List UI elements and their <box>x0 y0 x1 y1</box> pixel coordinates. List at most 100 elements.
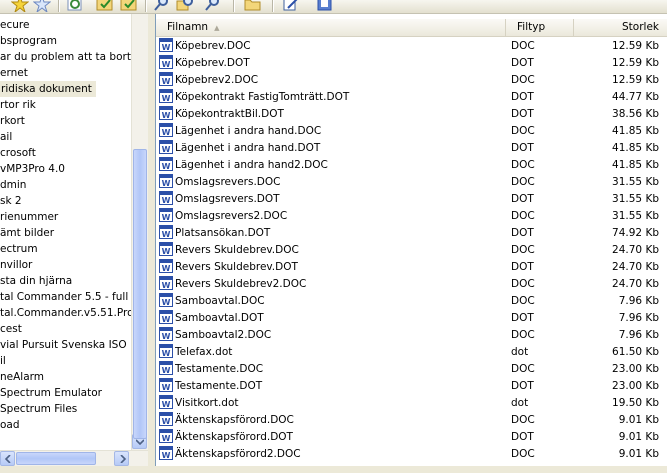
tree-item[interactable]: sta din hjärna <box>0 273 72 289</box>
file-row[interactable]: W Lägenhet i andra hand.DOC DOC 41.85 Kb <box>156 123 667 140</box>
svg-text:W: W <box>162 179 171 188</box>
svg-text:W: W <box>162 332 171 341</box>
tree-item[interactable]: vial Pursuit Svenska ISO <box>0 337 127 353</box>
tree-item[interactable]: tal Commander 5.5 - full <box>0 289 128 305</box>
tree-item[interactable]: oad <box>0 417 20 433</box>
search-icon[interactable] <box>152 0 170 12</box>
star-icon[interactable] <box>11 0 29 12</box>
file-row[interactable]: W Omslagsrevers.DOC DOC 31.55 Kb <box>156 174 667 191</box>
file-name: Lägenhet i andra hand2.DOC <box>175 159 328 171</box>
column-size-header[interactable]: Storlek <box>574 19 667 36</box>
svg-text:W: W <box>162 315 171 324</box>
file-name: Lägenhet i andra hand.DOT <box>175 142 321 154</box>
tree-item[interactable]: il <box>0 353 6 369</box>
folder-check-icon[interactable] <box>96 0 114 12</box>
edit-icon[interactable] <box>282 0 300 12</box>
tree-item[interactable]: ar du problem att ta bort filn <box>0 49 147 65</box>
folder-icon[interactable] <box>244 0 262 12</box>
tree-item[interactable]: rienummer <box>0 209 58 225</box>
tree-item[interactable]: ectrum <box>0 241 38 257</box>
file-row[interactable]: W Samboavtal.DOT DOT 7.96 Kb <box>156 310 667 327</box>
tree-vertical-scrollbar[interactable] <box>131 14 148 450</box>
svg-text:W: W <box>162 128 171 137</box>
file-row[interactable]: W Revers Skuldebrev.DOT DOT 24.70 Kb <box>156 259 667 276</box>
file-row[interactable]: W Samboavtal2.DOC DOC 7.96 Kb <box>156 327 667 344</box>
file-name-cell: W Lägenhet i andra hand.DOC <box>159 123 321 140</box>
file-row[interactable]: W Omslagsrevers2.DOC DOC 31.55 Kb <box>156 208 667 225</box>
scrollbar-thumb[interactable] <box>16 452 96 465</box>
file-type: DOC <box>511 125 535 137</box>
file-row[interactable]: W Köpebrev.DOT DOT 12.59 Kb <box>156 55 667 72</box>
file-name-cell: W Samboavtal.DOC <box>159 293 265 310</box>
refresh-icon[interactable] <box>66 0 84 12</box>
file-name: Revers Skuldebrev.DOC <box>175 244 299 256</box>
file-row[interactable]: W Revers Skuldebrev.DOC DOC 24.70 Kb <box>156 242 667 259</box>
tree-item[interactable]: rtor rik <box>0 97 36 113</box>
word-document-icon: W <box>159 344 173 358</box>
tree-horizontal-scrollbar[interactable] <box>0 450 148 466</box>
file-row[interactable]: W Lägenhet i andra hand2.DOC DOC 41.85 Kb <box>156 157 667 174</box>
file-row[interactable]: W Lägenhet i andra hand.DOT DOT 41.85 Kb <box>156 140 667 157</box>
scroll-left-button[interactable] <box>0 451 15 466</box>
svg-text:W: W <box>162 213 171 222</box>
folder-tree[interactable]: ecure bsprogram ar du problem att ta bort … <box>0 14 148 466</box>
svg-text:W: W <box>162 94 171 103</box>
tree-item[interactable]: Spectrum Files <box>0 401 77 417</box>
folder-check-icon[interactable] <box>120 0 138 12</box>
svg-text:W: W <box>162 60 171 69</box>
file-row[interactable]: W Testamente.DOT DOT 23.00 Kb <box>156 378 667 395</box>
file-name: Lägenhet i andra hand.DOC <box>175 125 322 137</box>
tree-item[interactable]: neAlarm <box>0 369 44 385</box>
tree-item[interactable]: vMP3Pro 4.0 <box>0 161 65 177</box>
file-name-cell: W Lägenhet i andra hand2.DOC <box>159 157 328 174</box>
word-document-icon: W <box>159 412 173 426</box>
file-row[interactable]: W Testamente.DOC DOC 23.00 Kb <box>156 361 667 378</box>
file-row[interactable]: W Samboavtal.DOC DOC 7.96 Kb <box>156 293 667 310</box>
file-row[interactable]: W Äktenskapsförord.DOC DOC 9.01 Kb <box>156 412 667 429</box>
file-row[interactable]: W Platsansökan.DOT DOT 74.92 Kb <box>156 225 667 242</box>
file-row[interactable]: W Äktenskapsförord.DOT DOT 9.01 Kb <box>156 429 667 446</box>
svg-text:W: W <box>162 383 171 392</box>
tree-item[interactable]: dmin <box>0 177 26 193</box>
tree-item[interactable]: Spectrum Emulator <box>0 385 102 401</box>
file-size: 38.56 Kb <box>612 108 659 120</box>
tree-item[interactable]: ämt bilder <box>0 225 54 241</box>
tree-item[interactable]: ridiska dokument <box>0 81 96 97</box>
tree-item[interactable]: ail <box>0 129 12 145</box>
tree-item[interactable]: sk 2 <box>0 193 22 209</box>
word-document-icon: W <box>159 225 173 239</box>
tree-item[interactable]: ecure <box>0 17 29 33</box>
file-row[interactable]: W Visitkort.dot dot 19.50 Kb <box>156 395 667 412</box>
file-size: 41.85 Kb <box>612 142 659 154</box>
scroll-right-button[interactable] <box>114 451 129 466</box>
file-row[interactable]: W Köpebrev.DOC DOC 12.59 Kb <box>156 38 667 55</box>
file-name: Äktenskapsförord.DOT <box>175 431 293 443</box>
column-name-header[interactable]: Filnamn ▲ <box>156 19 506 36</box>
word-document-icon: W <box>159 38 173 52</box>
properties-icon[interactable] <box>316 0 334 12</box>
star-icon[interactable] <box>33 0 51 12</box>
file-name: Omslagsrevers2.DOC <box>175 210 288 222</box>
file-name: Omslagsrevers.DOC <box>175 176 281 188</box>
tree-item[interactable]: tal.Commander.v5.51.Pro <box>0 305 134 321</box>
file-row[interactable]: W Köpekontrakt FastigTomträtt.DOT DOT 44.77… <box>156 89 667 106</box>
file-row[interactable]: W Äktenskapsförord2.DOC DOC 9.01 Kb <box>156 446 667 463</box>
search-icon[interactable] <box>203 0 221 12</box>
tree-item[interactable]: crosoft <box>0 145 36 161</box>
tree-item[interactable]: rkort <box>0 113 25 129</box>
search-folder-icon[interactable] <box>176 0 194 12</box>
file-row[interactable]: W Omslagsrevers.DOT DOT 31.55 Kb <box>156 191 667 208</box>
file-row[interactable]: W Revers Skuldebrev2.DOC DOC 24.70 Kb <box>156 276 667 293</box>
file-type: DOC <box>511 40 535 52</box>
tree-item[interactable]: nvillor <box>0 257 32 273</box>
pane-splitter[interactable] <box>148 14 155 473</box>
tree-item[interactable]: bsprogram <box>0 33 57 49</box>
tree-item[interactable]: ernet <box>0 65 28 81</box>
column-type-header[interactable]: Filtyp <box>506 19 574 36</box>
file-row[interactable]: W Köpebrev2.DOC DOC 12.59 Kb <box>156 72 667 89</box>
scrollbar-thumb[interactable] <box>133 149 147 439</box>
file-name-cell: W Revers Skuldebrev.DOT <box>159 259 298 276</box>
tree-item[interactable]: cest <box>0 321 22 337</box>
file-row[interactable]: W KöpekontraktBil.DOT DOT 38.56 Kb <box>156 106 667 123</box>
file-row[interactable]: W Telefax.dot dot 61.50 Kb <box>156 344 667 361</box>
